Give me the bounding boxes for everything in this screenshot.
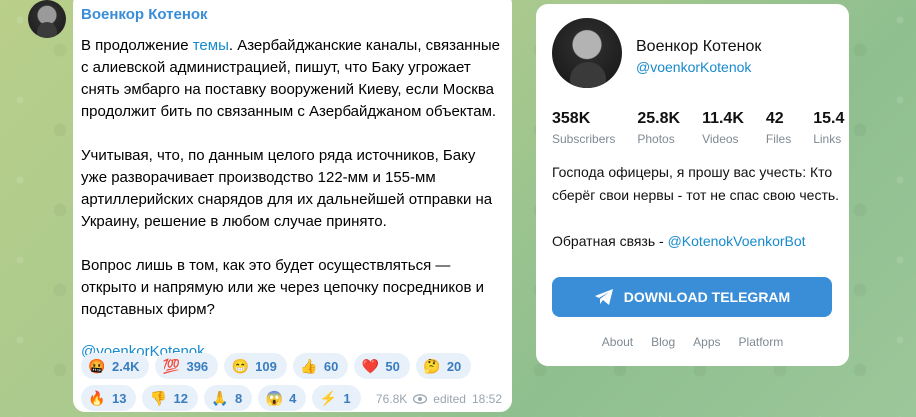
message-author[interactable]: Военкор Котенок — [81, 6, 502, 23]
channel-info-card: Военкор Котенок @voenkorKotenok 358K Subs… — [536, 4, 849, 366]
stat-label: Files — [765, 132, 792, 146]
feedback-prefix: Обратная связь - — [552, 233, 668, 249]
reaction-button[interactable]: 👎 12 — [142, 385, 198, 411]
lightning-icon: ⚡ — [319, 389, 338, 406]
channel-avatar — [552, 18, 622, 88]
reaction-button[interactable]: ❤️ 50 — [354, 353, 410, 379]
screaming-face-icon: 😱 — [265, 389, 283, 406]
reaction-count: 13 — [112, 390, 127, 406]
reaction-button[interactable]: 👍 60 — [292, 353, 349, 379]
eye-icon — [413, 394, 428, 404]
reaction-count: 396 — [186, 358, 209, 374]
paper-plane-icon — [594, 289, 613, 305]
stat-subscribers: 358K Subscribers — [552, 110, 615, 146]
topic-link[interactable]: темы — [193, 37, 229, 54]
reaction-button[interactable]: 🤬 2.4K — [81, 353, 150, 379]
message-paragraph-3: Вопрос лишь в том, как это будет осущест… — [81, 257, 484, 318]
footer-link-blog[interactable]: Blog — [651, 335, 675, 349]
stat-value: 42 — [765, 110, 784, 127]
reaction-button[interactable]: 🙏 8 — [203, 385, 253, 411]
stat-value: 11.4K — [702, 110, 744, 127]
stat-label: Videos — [702, 132, 739, 146]
praying-hands-icon: 🙏 — [211, 389, 229, 406]
thinking-face-icon: 🤔 — [423, 357, 441, 374]
reaction-button[interactable]: 😁 109 — [224, 353, 287, 379]
reaction-button[interactable]: 🔥 13 — [81, 385, 137, 411]
stat-files: 42 Files — [766, 110, 791, 146]
heart-icon: ❤️ — [361, 357, 380, 374]
download-label: DOWNLOAD TELEGRAM — [623, 289, 791, 305]
feedback-bot-link[interactable]: @KotenokVoenkorBot — [668, 233, 806, 249]
hundred-icon: 💯 — [162, 357, 181, 374]
feedback-line: Обратная связь - @KotenokVoenkorBot — [552, 230, 842, 253]
reaction-count: 50 — [385, 358, 400, 374]
reaction-count: 4 — [289, 390, 297, 406]
reaction-button[interactable]: 😱 4 — [258, 385, 307, 411]
stat-label: Links — [813, 132, 842, 146]
stat-photos: 25.8K Photos — [637, 110, 680, 146]
stat-label: Photos — [637, 132, 675, 146]
channel-handle[interactable]: @voenkorKotenok — [636, 59, 751, 75]
stat-value: 25.8K — [637, 110, 681, 127]
reaction-count: 109 — [255, 358, 277, 374]
reaction-button[interactable]: 💯 396 — [155, 353, 219, 379]
reaction-count: 12 — [173, 390, 188, 406]
reaction-button[interactable]: 🤔 20 — [415, 353, 472, 379]
reaction-button[interactable]: ⚡ 1 — [312, 385, 361, 411]
message-time: 18:52 — [471, 392, 502, 406]
stat-links: 15.4 Links — [813, 110, 844, 146]
download-telegram-button[interactable]: DOWNLOAD TELEGRAM — [552, 277, 832, 317]
footer-link-platform[interactable]: Platform — [739, 335, 784, 349]
edited-label: edited — [433, 392, 466, 406]
reaction-count: 8 — [234, 390, 243, 406]
view-count: 76.8K — [375, 392, 408, 406]
reaction-count: 2.4K — [112, 358, 140, 374]
channel-title: Военкор Котенок — [636, 38, 762, 55]
stat-videos: 11.4K Videos — [702, 110, 744, 146]
footer-link-apps[interactable]: Apps — [693, 335, 720, 349]
paragraph-1-start: В продолжение — [81, 37, 193, 54]
channel-description: Господа офицеры, я прошу вас учесть: Кто… — [552, 161, 842, 276]
message-paragraph-2: Учитывая, что, по данным целого ряда ист… — [81, 147, 493, 230]
fire-icon: 🔥 — [88, 389, 106, 406]
thumbs-down-icon: 👎 — [149, 389, 168, 406]
reaction-count: 20 — [446, 358, 462, 374]
footer-link-about[interactable]: About — [602, 335, 633, 349]
message-bubble: Военкор Котенок В продолжение темы. Азер… — [73, 0, 512, 412]
thumbs-up-icon: 👍 — [300, 357, 318, 374]
message-text: В продолжение темы. Азербайджанские кана… — [81, 35, 502, 321]
grin-face-icon: 😁 — [231, 357, 249, 374]
message-paragraph-1: В продолжение темы. Азербайджанские кана… — [81, 35, 502, 123]
description-text: Господа офицеры, я прошу вас учесть: Кто… — [552, 164, 840, 203]
message-meta: 76.8K edited 18:52 — [376, 392, 502, 406]
stat-value: 358K — [552, 110, 591, 127]
card-footer: About Blog Apps Platform — [536, 335, 849, 349]
reactions-row-1: 🤬 2.4K 💯 396 😁 109 👍 60 ❤️ 50 🤔 20 — [81, 353, 506, 379]
channel-stats: 358K Subscribers 25.8K Photos 11.4K Videos … — [552, 110, 849, 146]
reaction-count: 60 — [323, 358, 339, 374]
stat-value: 15.4 — [813, 110, 845, 127]
stat-label: Subscribers — [552, 132, 616, 146]
reaction-count: 1 — [343, 390, 351, 406]
reactions: 🤬 2.4K 💯 396 😁 109 👍 60 ❤️ 50 🤔 20 🔥 13 👎 12 🙏 8 … — [81, 353, 506, 417]
author-avatar[interactable] — [28, 0, 66, 38]
angry-face-icon: 🤬 — [88, 357, 106, 374]
